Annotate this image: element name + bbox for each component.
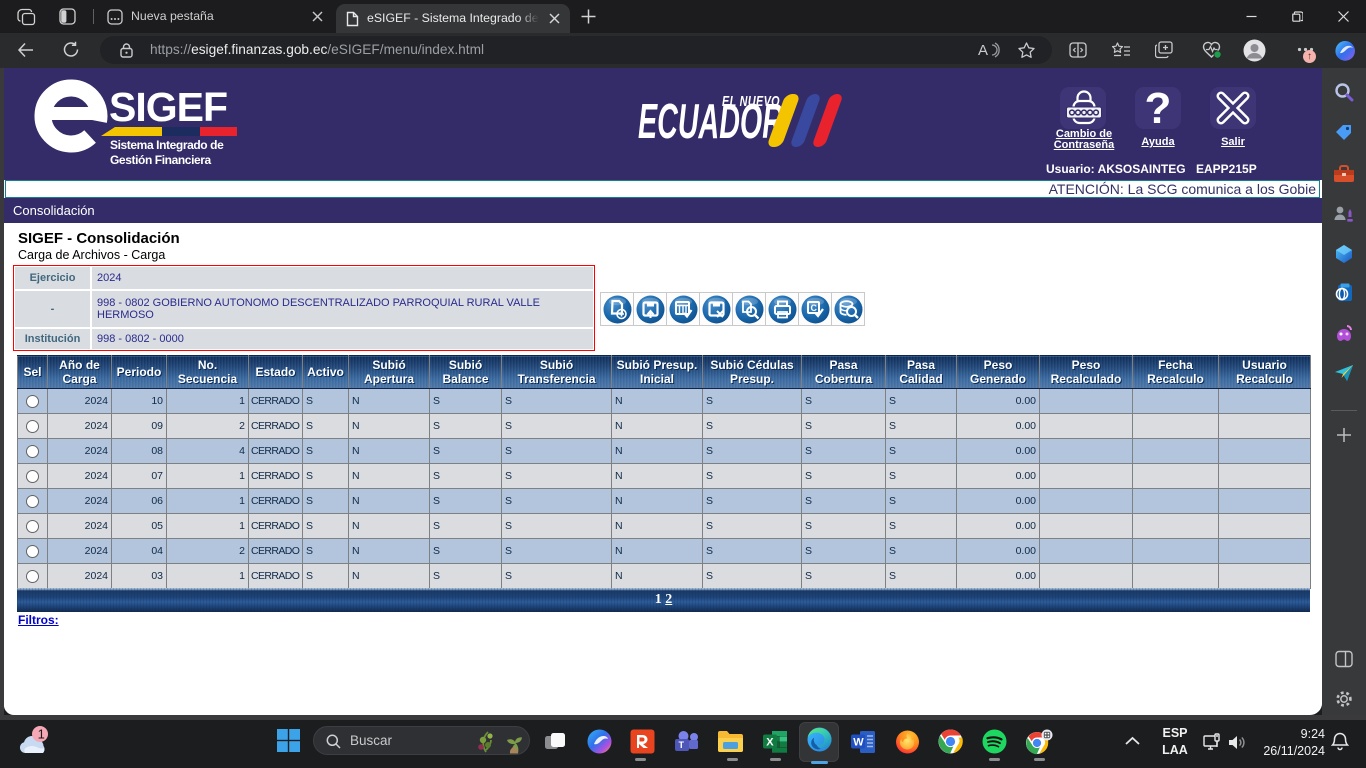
svg-text:T: T (679, 740, 685, 750)
svg-text:C: C (810, 303, 817, 313)
svg-text:1: 1 (38, 727, 45, 742)
svg-text:A: A (978, 42, 988, 58)
svg-text:X: X (766, 737, 774, 749)
svg-text:W: W (853, 737, 864, 749)
